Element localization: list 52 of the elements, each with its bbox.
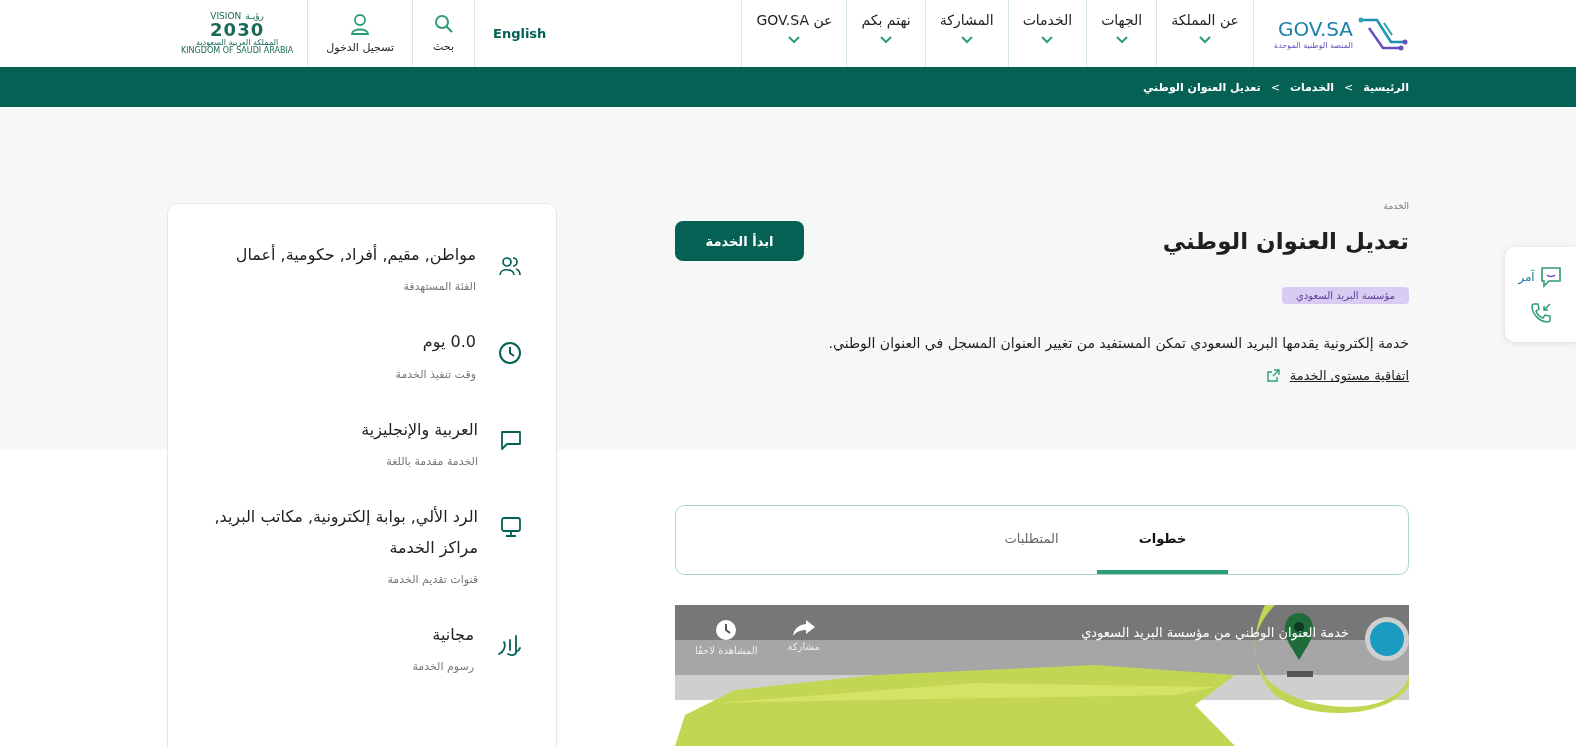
breadcrumb-link[interactable]: الخدمات: [1289, 80, 1335, 94]
service-title: تعديل العنوان الوطني: [1162, 228, 1409, 254]
detail-label: وقت تنفيذ الخدمة: [394, 367, 476, 381]
section-label: الخدمة: [1382, 201, 1409, 211]
breadcrumb-separator: >: [1270, 80, 1280, 94]
video-title[interactable]: خدمة العنوان الوطني من مؤسسة البريد السعودي: [1081, 625, 1349, 641]
chevron-down-icon: [880, 36, 893, 44]
chevron-down-icon: [1041, 36, 1054, 44]
service-description: خدمة إلكترونية يقدمها البريد السعودي تمكن المستفيد من تغيير العنوان المسجل في العنوان الوطني.: [827, 334, 1409, 354]
tab[interactable]: خطوات: [1097, 506, 1228, 575]
call-button[interactable]: [1528, 300, 1553, 325]
detail-value: العربية والإنجليزية: [360, 418, 478, 442]
sla-link[interactable]: اتفاقية مستوى الخدمة: [1289, 368, 1409, 384]
detail-value: 0.0 يوم: [421, 331, 476, 354]
breadcrumb-link[interactable]: الرئيسية: [1363, 80, 1409, 94]
search-icon: [433, 14, 454, 34]
detail-value: الرد الألي, بوابة إلكترونية, مكاتب البريد, مراكز الخدمة: [213, 505, 478, 560]
user-icon: [350, 13, 371, 35]
vision-country: المملكة العربية السعودية: [196, 39, 279, 47]
breadcrumb-link[interactable]: تعديل العنوان الوطني: [1142, 80, 1261, 94]
share-icon: [791, 619, 816, 638]
tab[interactable]: المتطلبات: [966, 506, 1097, 575]
start-service-button[interactable]: ابدأ الخدمة: [675, 221, 804, 261]
external-link-icon: [1266, 369, 1280, 383]
detail-label: رسوم الخدمة: [411, 660, 474, 674]
vision-word: رؤيـة: [245, 12, 264, 21]
logo-tagline: المنصة الوطنية الموحدة: [1273, 41, 1353, 50]
logo-name: GOV.SA: [1277, 17, 1353, 41]
vision-year: 2030: [210, 21, 265, 39]
users-icon: [498, 254, 522, 278]
clock-icon: [498, 341, 522, 366]
breadcrumb-separator: >: [1344, 80, 1354, 94]
detail-label: قنوات تقديم الخدمة: [386, 572, 478, 586]
vision-word: VISION: [210, 12, 242, 21]
detail-value: مواطن, مقيم, أفراد, حكومية, أعمال: [234, 243, 476, 267]
chevron-down-icon: [960, 36, 973, 44]
vision-country: KINGDOM OF SAUDI ARABIA: [181, 47, 294, 55]
clock-icon: [715, 619, 738, 642]
language-link[interactable]: English: [475, 0, 565, 67]
chat-button[interactable]: آمر: [1518, 264, 1563, 289]
detail-label: الفئة المستهدفة: [402, 280, 476, 294]
monitor-icon: [500, 516, 522, 539]
currency-icon: [496, 633, 522, 658]
chat-bubble-icon: [500, 428, 522, 451]
agency-tag: مؤسسة البريد السعودي: [1282, 287, 1409, 304]
detail-label: الخدمة مقدمة باللغة: [385, 455, 478, 469]
chat-icon: [1538, 264, 1563, 289]
phone-icon: [1528, 300, 1553, 325]
chevron-down-icon: [1199, 36, 1212, 44]
detail-value: مجانية: [431, 623, 474, 646]
chevron-down-icon: [788, 36, 801, 44]
chevron-down-icon: [1115, 36, 1128, 44]
